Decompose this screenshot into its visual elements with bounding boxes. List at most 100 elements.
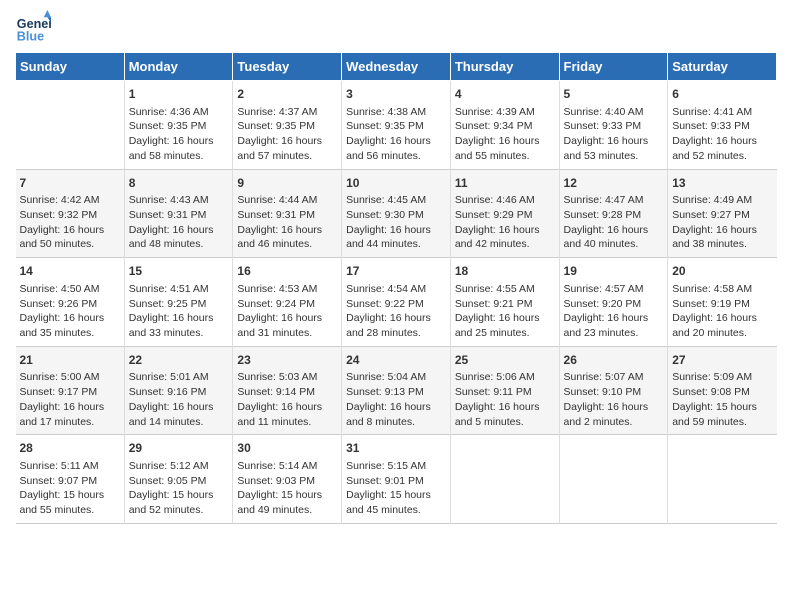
day-number: 21 [20,352,120,369]
day-info: Sunrise: 4:42 AM Sunset: 9:32 PM Dayligh… [20,193,120,252]
day-number: 7 [20,175,120,192]
day-info: Sunrise: 4:57 AM Sunset: 9:20 PM Dayligh… [564,282,664,341]
day-info: Sunrise: 4:47 AM Sunset: 9:28 PM Dayligh… [564,193,664,252]
day-number: 9 [237,175,337,192]
day-number: 11 [455,175,555,192]
logo-icon: General Blue [15,10,51,46]
day-number: 30 [237,440,337,457]
day-number: 16 [237,263,337,280]
day-number: 31 [346,440,446,457]
day-info: Sunrise: 4:40 AM Sunset: 9:33 PM Dayligh… [564,105,664,164]
calendar-cell: 7Sunrise: 4:42 AM Sunset: 9:32 PM Daylig… [16,169,125,258]
day-info: Sunrise: 5:01 AM Sunset: 9:16 PM Dayligh… [129,370,229,429]
day-info: Sunrise: 5:03 AM Sunset: 9:14 PM Dayligh… [237,370,337,429]
calendar-cell: 2 Sunrise: 4:37 AM Sunset: 9:35 PM Daylig… [233,81,342,170]
day-number: 8 [129,175,229,192]
calendar-cell: 3Sunrise: 4:38 AM Sunset: 9:35 PM Daylig… [342,81,451,170]
calendar-cell: 25Sunrise: 5:06 AM Sunset: 9:11 PM Dayli… [450,346,559,435]
day-number: 2 [237,86,337,103]
calendar-cell: 22Sunrise: 5:01 AM Sunset: 9:16 PM Dayli… [124,346,233,435]
day-info: Sunrise: 4:36 AM Sunset: 9:35 PM Dayligh… [129,105,229,164]
logo: General Blue [15,10,51,46]
day-info: Sunrise: 4:41 AM Sunset: 9:33 PM Dayligh… [672,105,772,164]
calendar-cell: 20Sunrise: 4:58 AM Sunset: 9:19 PM Dayli… [668,258,777,347]
calendar-cell: 14 Sunrise: 4:50 AM Sunset: 9:26 PM Dayli… [16,258,125,347]
week-row-4: 21Sunrise: 5:00 AM Sunset: 9:17 PM Dayli… [16,346,777,435]
header-day-monday: Monday [124,53,233,81]
day-info: Sunrise: 4:49 AM Sunset: 9:27 PM Dayligh… [672,193,772,252]
header-day-sunday: Sunday [16,53,125,81]
day-number: 15 [129,263,229,280]
svg-text:Blue: Blue [17,30,44,44]
header: General Blue [15,10,777,46]
day-number: 28 [20,440,120,457]
day-number: 3 [346,86,446,103]
calendar-cell: 31 Sunrise: 5:15 AM Sunset: 9:01 PM Dayli… [342,435,451,524]
calendar-cell [16,81,125,170]
day-info: Sunrise: 5:00 AM Sunset: 9:17 PM Dayligh… [20,370,120,429]
calendar-cell: 4 Sunrise: 4:39 AM Sunset: 9:34 PM Daylig… [450,81,559,170]
calendar-cell: 28 Sunrise: 5:11 AM Sunset: 9:07 PM Dayli… [16,435,125,524]
week-row-1: 1 Sunrise: 4:36 AM Sunset: 9:35 PM Daylig… [16,81,777,170]
calendar-table: SundayMondayTuesdayWednesdayThursdayFrid… [15,52,777,524]
calendar-cell: 18 Sunrise: 4:55 AM Sunset: 9:21 PM Dayli… [450,258,559,347]
day-info: Sunrise: 4:58 AM Sunset: 9:19 PM Dayligh… [672,282,772,341]
day-number: 27 [672,352,772,369]
calendar-cell: 5 Sunrise: 4:40 AM Sunset: 9:33 PM Daylig… [559,81,668,170]
calendar-cell: 13Sunrise: 4:49 AM Sunset: 9:27 PM Dayli… [668,169,777,258]
day-number: 29 [129,440,229,457]
day-number: 4 [455,86,555,103]
day-number: 26 [564,352,664,369]
calendar-cell: 1 Sunrise: 4:36 AM Sunset: 9:35 PM Daylig… [124,81,233,170]
day-info: Sunrise: 4:44 AM Sunset: 9:31 PM Dayligh… [237,193,337,252]
day-number: 5 [564,86,664,103]
week-row-5: 28 Sunrise: 5:11 AM Sunset: 9:07 PM Dayli… [16,435,777,524]
calendar-cell [559,435,668,524]
header-row: SundayMondayTuesdayWednesdayThursdayFrid… [16,53,777,81]
day-number: 1 [129,86,229,103]
week-row-2: 7Sunrise: 4:42 AM Sunset: 9:32 PM Daylig… [16,169,777,258]
calendar-cell: 29 Sunrise: 5:12 AM Sunset: 9:05 PM Dayli… [124,435,233,524]
calendar-cell: 10Sunrise: 4:45 AM Sunset: 9:30 PM Dayli… [342,169,451,258]
day-info: Sunrise: 4:51 AM Sunset: 9:25 PM Dayligh… [129,282,229,341]
day-number: 23 [237,352,337,369]
calendar-cell: 19 Sunrise: 4:57 AM Sunset: 9:20 PM Dayli… [559,258,668,347]
day-number: 6 [672,86,772,103]
day-number: 18 [455,263,555,280]
calendar-cell: 16Sunrise: 4:53 AM Sunset: 9:24 PM Dayli… [233,258,342,347]
calendar-cell: 8Sunrise: 4:43 AM Sunset: 9:31 PM Daylig… [124,169,233,258]
calendar-cell: 27Sunrise: 5:09 AM Sunset: 9:08 PM Dayli… [668,346,777,435]
day-number: 14 [20,263,120,280]
calendar-cell: 17Sunrise: 4:54 AM Sunset: 9:22 PM Dayli… [342,258,451,347]
day-info: Sunrise: 5:11 AM Sunset: 9:07 PM Dayligh… [20,459,120,518]
calendar-cell [668,435,777,524]
header-day-tuesday: Tuesday [233,53,342,81]
day-info: Sunrise: 5:12 AM Sunset: 9:05 PM Dayligh… [129,459,229,518]
calendar-cell: 24Sunrise: 5:04 AM Sunset: 9:13 PM Dayli… [342,346,451,435]
day-info: Sunrise: 5:04 AM Sunset: 9:13 PM Dayligh… [346,370,446,429]
day-number: 10 [346,175,446,192]
calendar-cell: 26Sunrise: 5:07 AM Sunset: 9:10 PM Dayli… [559,346,668,435]
day-number: 12 [564,175,664,192]
day-info: Sunrise: 4:37 AM Sunset: 9:35 PM Dayligh… [237,105,337,164]
header-day-wednesday: Wednesday [342,53,451,81]
header-day-thursday: Thursday [450,53,559,81]
day-info: Sunrise: 5:14 AM Sunset: 9:03 PM Dayligh… [237,459,337,518]
calendar-cell: 11Sunrise: 4:46 AM Sunset: 9:29 PM Dayli… [450,169,559,258]
header-day-saturday: Saturday [668,53,777,81]
day-info: Sunrise: 4:55 AM Sunset: 9:21 PM Dayligh… [455,282,555,341]
day-info: Sunrise: 5:06 AM Sunset: 9:11 PM Dayligh… [455,370,555,429]
day-info: Sunrise: 4:39 AM Sunset: 9:34 PM Dayligh… [455,105,555,164]
calendar-cell [450,435,559,524]
day-info: Sunrise: 4:50 AM Sunset: 9:26 PM Dayligh… [20,282,120,341]
day-number: 17 [346,263,446,280]
day-info: Sunrise: 5:15 AM Sunset: 9:01 PM Dayligh… [346,459,446,518]
day-number: 19 [564,263,664,280]
calendar-cell: 21Sunrise: 5:00 AM Sunset: 9:17 PM Dayli… [16,346,125,435]
calendar-cell: 30 Sunrise: 5:14 AM Sunset: 9:03 PM Dayli… [233,435,342,524]
calendar-cell: 6 Sunrise: 4:41 AM Sunset: 9:33 PM Daylig… [668,81,777,170]
week-row-3: 14 Sunrise: 4:50 AM Sunset: 9:26 PM Dayli… [16,258,777,347]
day-number: 24 [346,352,446,369]
header-day-friday: Friday [559,53,668,81]
day-info: Sunrise: 5:07 AM Sunset: 9:10 PM Dayligh… [564,370,664,429]
